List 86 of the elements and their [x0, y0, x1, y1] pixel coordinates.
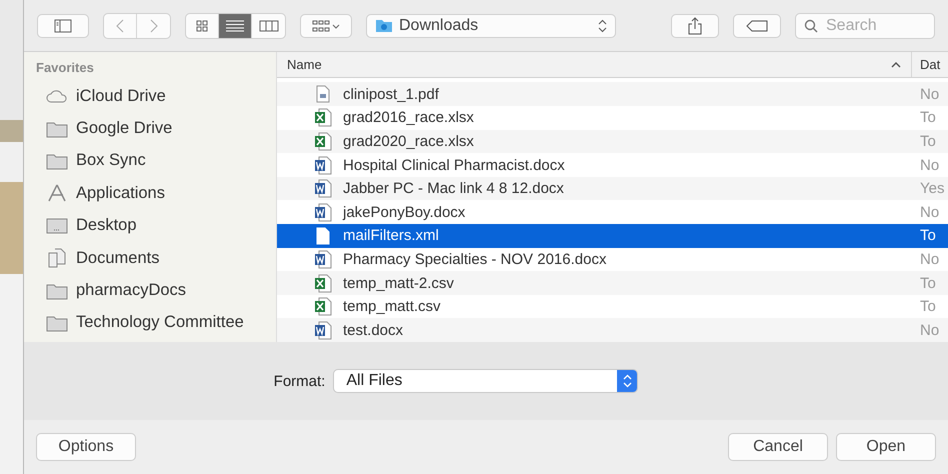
cancel-button[interactable]: Cancel	[728, 433, 828, 461]
file-row[interactable]: clinipost_1.pdf No	[277, 82, 948, 106]
chevron-left-icon	[116, 18, 124, 32]
date-cell-text: No	[920, 204, 940, 221]
file-name: mailFilters.xml	[343, 227, 440, 244]
document-file-icon	[314, 320, 332, 340]
name-column-header[interactable]: Name	[277, 52, 912, 78]
search-icon	[804, 18, 818, 32]
share-icon	[688, 16, 702, 34]
date-cell-text: To	[920, 132, 937, 150]
spreadsheet-file-icon	[314, 108, 332, 128]
folder-download-icon	[375, 18, 393, 33]
date-cell-text: To	[920, 227, 937, 244]
sidebar-item[interactable]: Google Drive	[76, 119, 172, 138]
file-name: test.docx	[343, 322, 404, 339]
file-row[interactable]: mailFilters.xml To	[277, 224, 948, 248]
date-cell-text: To	[920, 274, 937, 292]
spreadsheet-file-icon	[314, 132, 332, 151]
sidebar-item[interactable]: Applications	[76, 184, 165, 203]
date-cell-text: No	[920, 156, 940, 174]
sidebar-item[interactable]: Technology Committee	[76, 313, 244, 332]
file-row[interactable]: grad2020_race.xlsx To	[277, 130, 948, 154]
up-down-chevron-icon	[622, 374, 632, 388]
compass-icon	[46, 183, 68, 204]
folder-icon	[46, 282, 68, 300]
file-name: clinipost_1.pdf	[343, 86, 440, 103]
tag-icon	[746, 20, 768, 32]
open-button[interactable]: Open	[836, 433, 936, 461]
sidebar-item[interactable]: Box Sync	[76, 151, 146, 170]
date-cell-text: To	[920, 298, 937, 316]
date-cell-text: No	[920, 86, 940, 103]
view-mode-button[interactable]	[219, 14, 252, 38]
file-row[interactable]: test.docx No	[277, 318, 948, 342]
document-file-icon	[314, 156, 332, 175]
folder-icon	[46, 152, 68, 170]
desktop-icon	[46, 216, 68, 235]
file-row[interactable]: temp_matt-2.csv To	[277, 271, 948, 295]
sidebar-item[interactable]: iCloud Drive	[76, 86, 166, 106]
search-field[interactable]: Search	[795, 12, 935, 38]
sidebar-toggle-button[interactable]	[37, 14, 89, 38]
file-row[interactable]: temp_matt.csv To	[277, 294, 948, 318]
file-name: Hospital Clinical Pharmacist.docx	[343, 156, 566, 174]
date-cell-text: Yes	[920, 180, 946, 198]
file-name: Pharmacy Specialties - NOV 2016.docx	[343, 250, 608, 268]
spreadsheet-file-icon	[314, 297, 332, 316]
sidebar-icon	[54, 18, 72, 32]
tag-button[interactable]	[733, 14, 781, 38]
pdf-file-icon	[316, 85, 330, 104]
document-file-icon	[314, 202, 332, 222]
chevron-right-icon	[150, 18, 158, 32]
date-cell-text: No	[920, 250, 940, 268]
file-name: temp_matt-2.csv	[343, 274, 455, 292]
view-mode-control[interactable]	[185, 12, 286, 38]
folder-icon	[46, 314, 68, 332]
file-name: jakePonyBoy.docx	[343, 204, 466, 221]
blank-file-icon	[316, 226, 330, 245]
file-name: grad2020_race.xlsx	[343, 132, 475, 150]
date-cell-text: To	[920, 109, 937, 126]
folder-icon	[46, 120, 68, 138]
date-cell-text: No	[920, 322, 940, 339]
spreadsheet-file-icon	[314, 274, 332, 293]
file-name: Jabber PC - Mac link 4 8 12.docx	[343, 180, 565, 198]
sidebar-item[interactable]: Desktop	[76, 216, 137, 236]
cloud-icon	[46, 88, 68, 104]
file-row[interactable]: Jabber PC - Mac link 4 8 12.docx Yes	[277, 176, 948, 200]
columns-icon	[258, 20, 278, 32]
date-column-header[interactable]: Dat	[912, 57, 948, 72]
sidebar-item[interactable]: Documents	[76, 248, 160, 268]
file-row[interactable]: Pharmacy Specialties - NOV 2016.docx No	[277, 248, 948, 272]
share-button[interactable]	[671, 14, 719, 38]
arrange-icon	[312, 20, 340, 32]
location-popup[interactable]: Downloads	[366, 14, 616, 38]
arrange-button[interactable]	[300, 14, 352, 38]
list-icon	[226, 20, 244, 32]
document-file-icon	[314, 179, 332, 198]
sidebar-item[interactable]: pharmacyDocs	[76, 281, 186, 300]
file-name: grad2016_race.xlsx	[343, 109, 475, 126]
format-label: Format:	[274, 372, 326, 390]
grid-icon	[196, 20, 208, 32]
file-name: temp_matt.csv	[343, 298, 442, 316]
document-file-icon	[314, 250, 332, 269]
format-popup[interactable]: All Files	[333, 369, 638, 393]
sidebar-heading: Favorites	[36, 60, 95, 75]
documents-icon	[46, 248, 68, 268]
up-down-chevron-icon	[598, 18, 607, 32]
options-button[interactable]: Options	[36, 433, 136, 461]
